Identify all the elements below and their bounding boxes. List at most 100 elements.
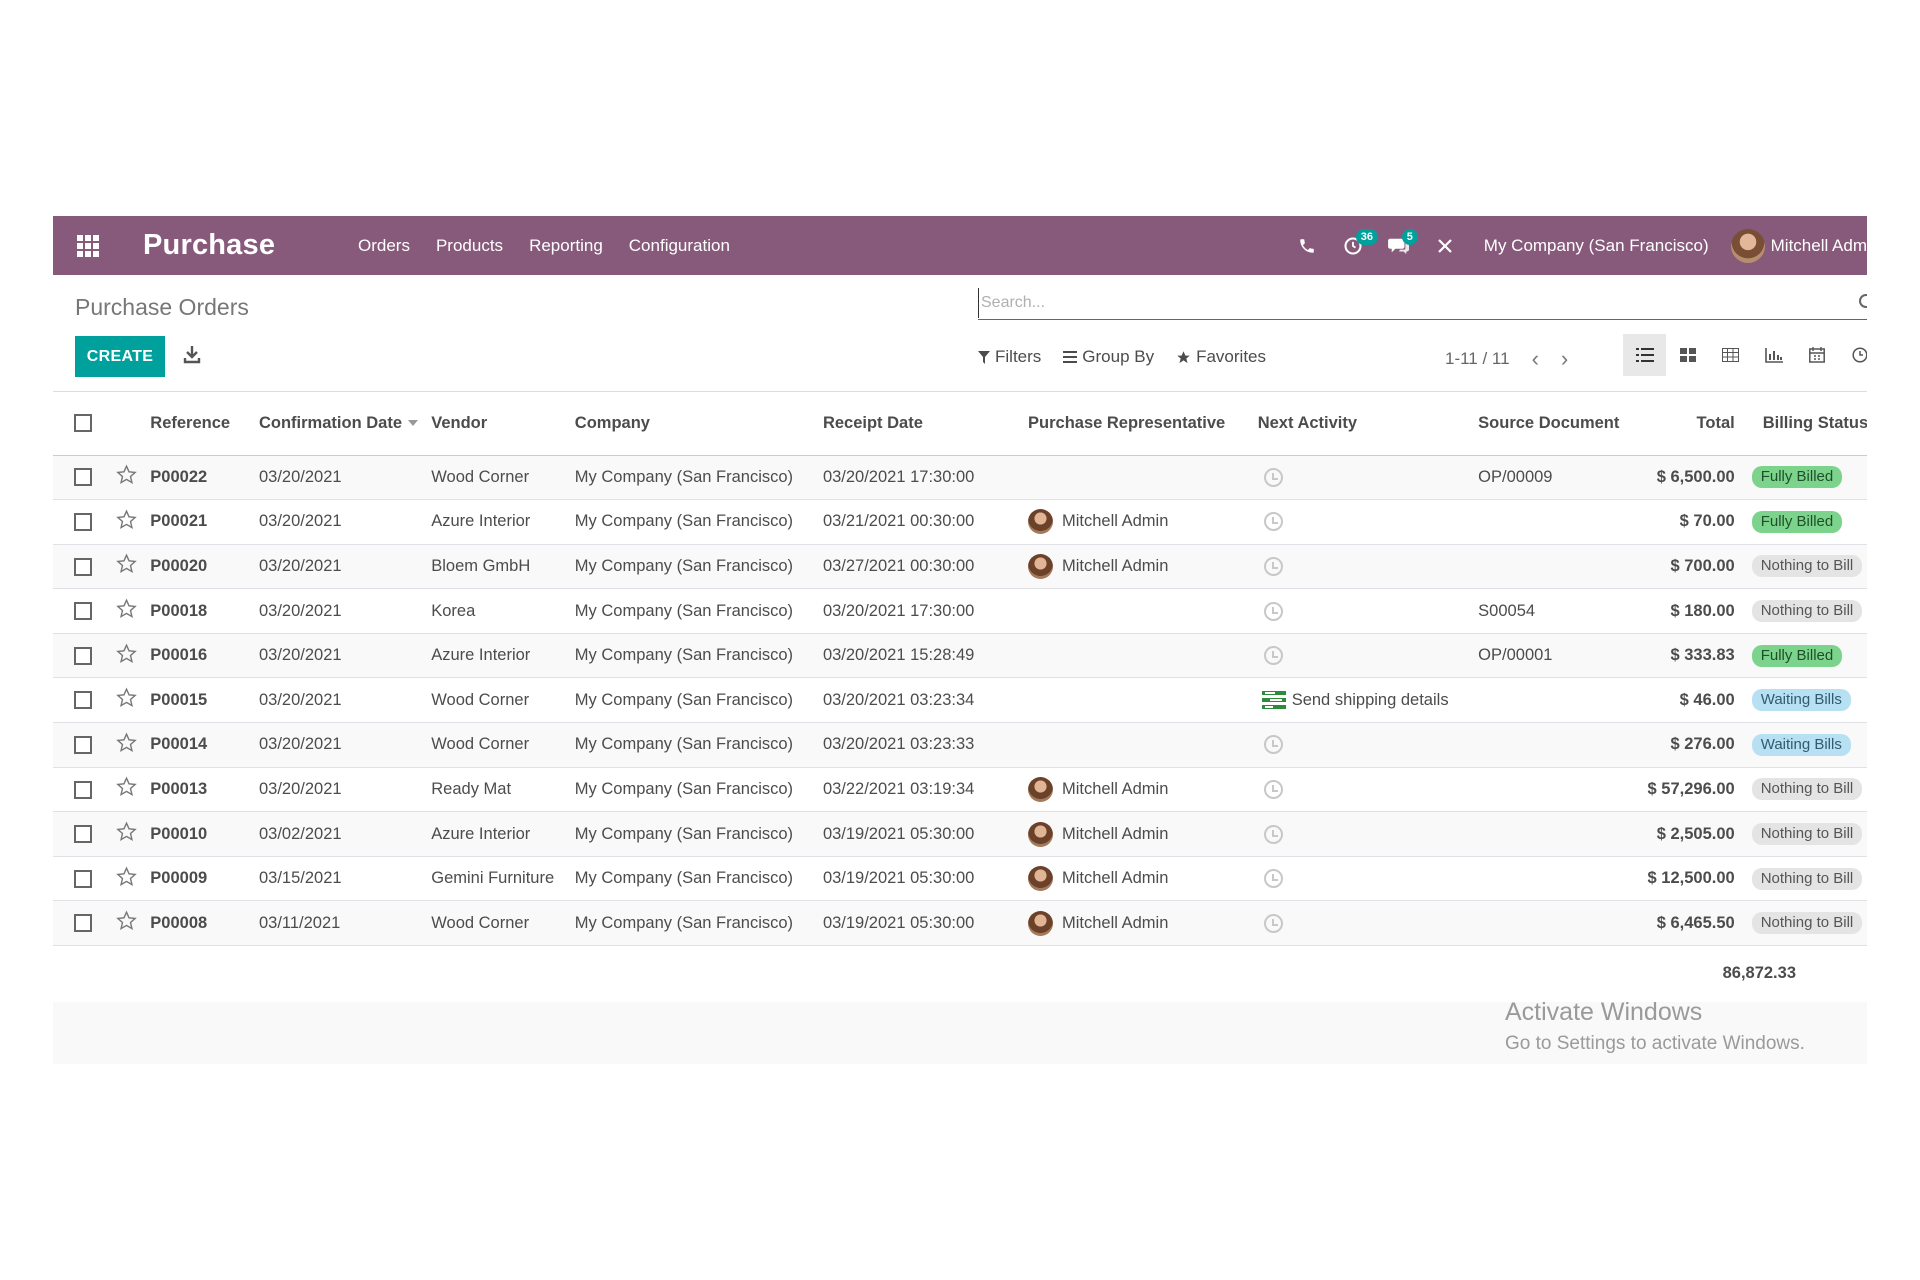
- list-view-icon[interactable]: [1623, 334, 1666, 376]
- column-header-next-activity[interactable]: Next Activity: [1253, 392, 1475, 456]
- billing-status-badge: Waiting Bills: [1751, 689, 1851, 712]
- activity-view-icon[interactable]: [1838, 334, 1867, 376]
- list-bars-icon: [1063, 351, 1078, 363]
- cell-reference: P00018: [146, 588, 255, 634]
- activity-list-icon[interactable]: [1261, 691, 1286, 710]
- column-header-total[interactable]: Total: [1636, 392, 1739, 456]
- row-checkbox[interactable]: [73, 468, 92, 487]
- table-row[interactable]: P00014 03/20/2021 Wood Corner My Company (S…: [53, 722, 1867, 768]
- company-switcher[interactable]: My Company (San Francisco): [1468, 236, 1723, 256]
- column-header-receipt-date[interactable]: Receipt Date: [818, 392, 1025, 456]
- favorites-button[interactable]: Favorites: [1176, 347, 1266, 367]
- search-icon[interactable]: [1859, 294, 1867, 308]
- menu-products[interactable]: Products: [423, 236, 516, 256]
- schedule-activity-clock-icon[interactable]: [1263, 467, 1283, 487]
- schedule-activity-clock-icon[interactable]: [1263, 646, 1283, 666]
- favorite-star-icon[interactable]: [116, 509, 138, 536]
- favorite-star-icon[interactable]: [116, 464, 138, 491]
- row-checkbox[interactable]: [73, 646, 92, 665]
- cell-company: My Company (San Francisco): [570, 455, 819, 501]
- column-header-source-document[interactable]: Source Document: [1474, 392, 1637, 456]
- favorite-star-icon[interactable]: [116, 776, 138, 803]
- schedule-activity-clock-icon[interactable]: [1263, 913, 1283, 933]
- column-header-confirmation-date[interactable]: Confirmation Date: [254, 392, 428, 456]
- table-row[interactable]: P00021 03/20/2021 Azure Interior My Company…: [53, 499, 1867, 545]
- pager-previous-icon[interactable]: ‹: [1532, 346, 1539, 372]
- messages-icon[interactable]: 5: [1376, 216, 1422, 275]
- schedule-activity-clock-icon[interactable]: [1263, 557, 1283, 577]
- phone-icon[interactable]: [1284, 216, 1330, 275]
- filters-button[interactable]: Filters: [978, 347, 1041, 367]
- row-checkbox[interactable]: [73, 780, 92, 799]
- calendar-view-icon[interactable]: [1795, 334, 1838, 376]
- favorite-star-icon[interactable]: [116, 866, 138, 893]
- schedule-activity-clock-icon[interactable]: [1263, 735, 1283, 755]
- download-icon[interactable]: [183, 344, 205, 368]
- schedule-activity-clock-icon[interactable]: [1263, 601, 1283, 621]
- kanban-view-icon[interactable]: [1666, 334, 1709, 376]
- row-checkbox[interactable]: [73, 513, 92, 532]
- cell-next-activity: [1253, 856, 1475, 902]
- pager-value[interactable]: 1-11 / 11: [1445, 349, 1510, 369]
- column-header-billing-status[interactable]: Billing Status: [1738, 392, 1867, 456]
- schedule-activity-clock-icon[interactable]: [1263, 512, 1283, 532]
- cell-confirmation-date: 03/20/2021: [254, 455, 428, 501]
- table-row[interactable]: P00016 03/20/2021 Azure Interior My Company…: [53, 633, 1867, 679]
- schedule-activity-clock-icon[interactable]: [1263, 824, 1283, 844]
- search-input[interactable]: [978, 288, 1867, 318]
- schedule-activity-clock-icon[interactable]: [1263, 869, 1283, 889]
- row-checkbox[interactable]: [73, 736, 92, 754]
- favorite-star-icon[interactable]: [116, 553, 138, 580]
- message-count-badge: 5: [1401, 229, 1418, 245]
- table-row[interactable]: P00022 03/20/2021 Wood Corner My Company (S…: [53, 455, 1867, 501]
- row-checkbox[interactable]: [73, 602, 92, 621]
- favorite-star-icon[interactable]: [116, 732, 138, 759]
- row-checkbox[interactable]: [73, 914, 92, 933]
- favorite-star-icon[interactable]: [116, 821, 138, 848]
- column-header-company[interactable]: Company: [570, 392, 819, 456]
- pivot-view-icon[interactable]: [1709, 334, 1752, 376]
- menu-orders[interactable]: Orders: [345, 236, 423, 256]
- row-checkbox[interactable]: [73, 825, 92, 844]
- column-header-purchase-representative[interactable]: Purchase Representative: [1024, 392, 1254, 456]
- menu-reporting[interactable]: Reporting: [516, 236, 616, 256]
- cell-reference: P00020: [146, 544, 255, 590]
- favorite-star-icon[interactable]: [116, 598, 138, 625]
- debug-tools-icon[interactable]: [1422, 216, 1468, 275]
- menu-configuration[interactable]: Configuration: [616, 236, 743, 256]
- activity-clock-icon[interactable]: 36: [1330, 216, 1379, 275]
- create-button[interactable]: CREATE: [75, 336, 165, 377]
- favorite-star-icon[interactable]: [116, 643, 138, 670]
- row-checkbox[interactable]: [73, 691, 92, 710]
- table-row[interactable]: P00010 03/02/2021 Azure Interior My Company…: [53, 811, 1867, 857]
- cell-reference: P00022: [146, 455, 255, 501]
- user-menu[interactable]: Mitchell Adm: [1723, 228, 1867, 263]
- table-row[interactable]: P00013 03/20/2021 Ready Mat My Company (San…: [53, 767, 1867, 813]
- cell-source-document: [1474, 856, 1637, 902]
- row-checkbox[interactable]: [73, 869, 92, 888]
- breadcrumb[interactable]: Purchase Orders: [75, 294, 249, 321]
- app-brand[interactable]: Purchase: [143, 229, 345, 262]
- column-header-vendor[interactable]: Vendor: [427, 392, 571, 456]
- pager-next-icon[interactable]: ›: [1561, 346, 1568, 372]
- filter-icon: [978, 350, 990, 364]
- row-checkbox[interactable]: [73, 557, 92, 576]
- table-row[interactable]: P00018 03/20/2021 Korea My Company (San Fra…: [53, 588, 1867, 634]
- cell-next-activity: [1253, 544, 1475, 590]
- group-by-button[interactable]: Group By: [1063, 347, 1154, 367]
- cell-total: $ 57,296.00: [1636, 767, 1739, 813]
- favorite-star-icon[interactable]: [116, 910, 138, 937]
- table-row[interactable]: P00015 03/20/2021 Wood Corner My Company (S…: [53, 677, 1867, 724]
- graph-view-icon[interactable]: [1752, 334, 1795, 376]
- table-row[interactable]: P00009 03/15/2021 Gemini Furniture My Compa…: [53, 856, 1867, 902]
- apps-menu-button[interactable]: [53, 216, 123, 275]
- favorite-star-icon[interactable]: [116, 687, 138, 714]
- schedule-activity-clock-icon[interactable]: [1263, 780, 1283, 800]
- next-activity-text[interactable]: Send shipping details: [1292, 691, 1449, 709]
- column-header-reference[interactable]: Reference: [146, 392, 255, 456]
- billing-status-badge: Nothing to Bill: [1751, 555, 1863, 578]
- table-row[interactable]: P00008 03/11/2021 Wood Corner My Company (S…: [53, 900, 1867, 947]
- select-all-checkbox[interactable]: [73, 414, 92, 433]
- cell-receipt-date: 03/22/2021 03:19:34: [818, 767, 1025, 813]
- table-row[interactable]: P00020 03/20/2021 Bloem GmbH My Company (Sa…: [53, 544, 1867, 590]
